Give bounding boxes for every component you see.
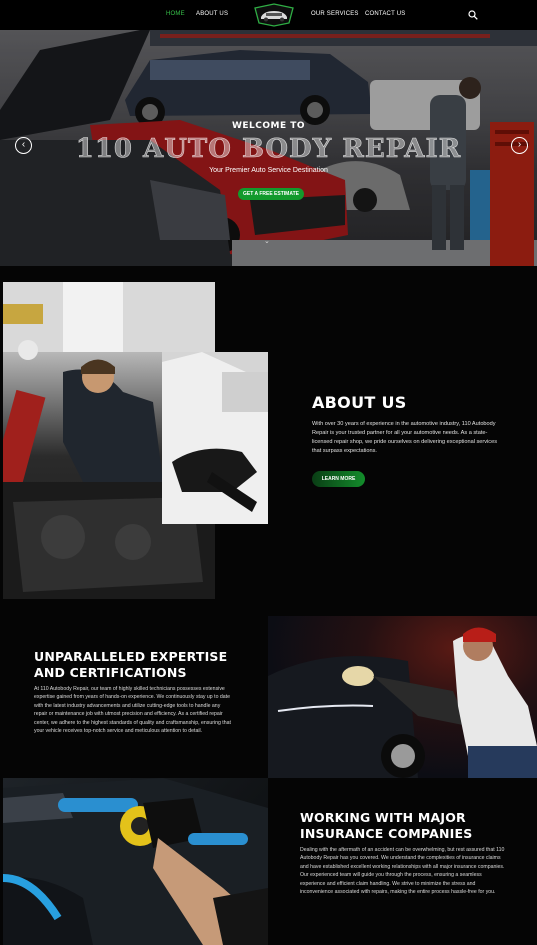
insurance-paragraph: Dealing with the aftermath of an acciden… xyxy=(300,847,505,896)
chevron-left-icon[interactable]: ‹ xyxy=(15,137,32,154)
buffing-photo-art xyxy=(3,778,268,945)
about-paragraph: With over 30 years of experience in the … xyxy=(312,421,498,454)
hero-title: 110 AUTO BODY REPAIR xyxy=(75,134,462,165)
expertise-paragraph: At 110 Autobody Repair, our team of high… xyxy=(34,686,231,735)
expertise-heading: UNPARALLELED EXPERTISE AND CERTIFICATION… xyxy=(34,649,228,680)
hero-banner: WELCOME TO 110 AUTO BODY REPAIR Your Pre… xyxy=(0,30,537,266)
chevron-down-icon[interactable]: ⌄ xyxy=(264,237,270,245)
search-icon[interactable] xyxy=(468,10,478,20)
about-heading: ABOUT US xyxy=(312,393,407,412)
top-navigation: HOME ABOUT US OUR SERVICES CONTACT US xyxy=(0,0,537,30)
buffing-car-photo xyxy=(3,778,268,945)
nav-services-link[interactable]: OUR SERVICES xyxy=(311,11,359,17)
insurance-heading: WORKING WITH MAJOR INSURANCE COMPANIES xyxy=(300,810,473,841)
hero-subtitle: Your Premier Auto Service Destination xyxy=(209,167,328,174)
learn-more-button[interactable]: LEARN MORE xyxy=(312,471,365,487)
gloves-photo-art xyxy=(162,352,268,524)
car-emblem-logo[interactable] xyxy=(252,3,296,27)
free-estimate-button[interactable]: GET A FREE ESTIMATE xyxy=(238,188,304,200)
car-polishing-photo xyxy=(268,616,537,778)
gloved-hands-photo xyxy=(162,352,268,524)
nav-home-link[interactable]: HOME xyxy=(166,11,185,17)
nav-about-link[interactable]: ABOUT US xyxy=(196,11,228,17)
nav-contact-link[interactable]: CONTACT US xyxy=(365,11,405,17)
hero-welcome-text: WELCOME TO xyxy=(231,121,306,131)
polishing-photo-art xyxy=(268,627,537,778)
chevron-right-icon[interactable]: › xyxy=(511,137,528,154)
